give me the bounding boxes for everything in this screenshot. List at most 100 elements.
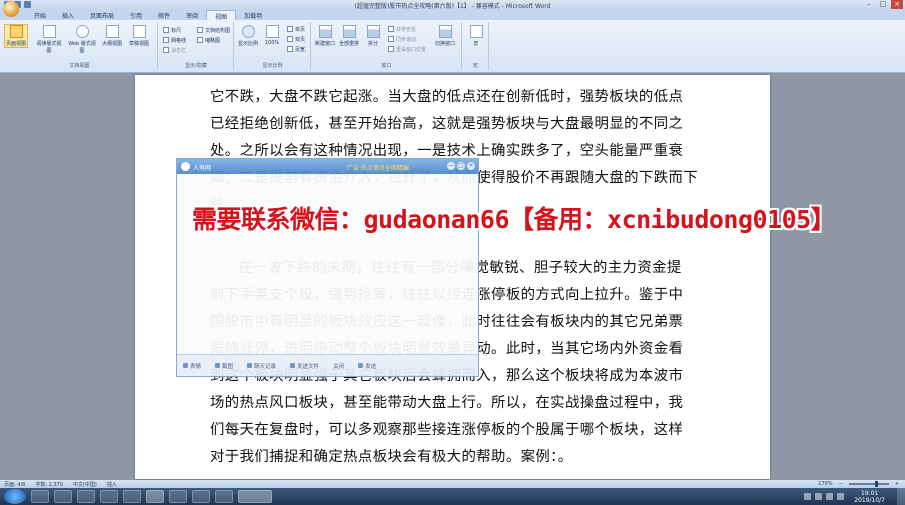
history-icon — [247, 363, 253, 368]
draft-button[interactable]: 草稿视图 — [128, 25, 150, 47]
zoom-slider[interactable] — [848, 481, 889, 487]
reading-layout-button[interactable]: 阅读版式视图 — [35, 25, 63, 54]
status-bar: 页面: 4/8 字数: 2,370 中文(中国) 插入 170% − + — [0, 480, 905, 488]
language[interactable]: 中文(中国) — [73, 481, 97, 488]
chat-minimize-button[interactable]: — — [447, 162, 455, 170]
page-count[interactable]: 页面: 4/8 — [4, 481, 25, 488]
ruler-checkbox[interactable]: 标尺 — [163, 27, 181, 34]
chat-window[interactable]: 人寿网 广告·热点资讯全网精编 — □ × 表情 截图 聊天记录 发送文件 关闭… — [176, 158, 479, 377]
clock[interactable]: 19:01 2019/10/7 — [854, 490, 885, 504]
ribbon: 页面视图 阅读版式视图 Web 版式视图 大纲视图 草稿视图 文档视图 标尺 网… — [0, 20, 905, 73]
history-button[interactable]: 聊天记录 — [247, 362, 276, 370]
taskbar-chat-icon[interactable] — [146, 490, 164, 503]
tab-references[interactable]: 引用 — [122, 10, 150, 20]
doc-line: 已经拒绝创新低，甚至开始抬高，这就是强势板块与大盘最明显的不同之 — [210, 116, 684, 132]
office-button[interactable] — [3, 1, 19, 17]
doc-map-checkbox[interactable]: 文档结构图 — [197, 27, 230, 34]
group-label: 文档视图 — [69, 63, 90, 69]
zoom-button[interactable]: 显示比例 — [237, 25, 259, 47]
contact-watermark-banner: 需要联系微信：gudaonan66【备用：xcnibudong0105】 — [192, 205, 836, 234]
group-label: 显示/隐藏 — [185, 63, 207, 69]
reset-window-button[interactable]: 重设窗口位置 — [388, 46, 426, 53]
magnifier-icon — [241, 25, 255, 38]
taskbar-word-icon[interactable] — [238, 490, 272, 503]
print-layout-button[interactable]: 页面视图 — [4, 24, 28, 48]
two-pages-button[interactable]: 双页 — [287, 36, 305, 43]
tab-home[interactable]: 开始 — [26, 10, 54, 20]
book-icon — [42, 25, 56, 38]
taskbar-app-icon[interactable] — [192, 490, 210, 503]
message-bar-checkbox[interactable]: 消息栏 — [163, 47, 186, 54]
taskbar-folder-icon[interactable] — [100, 490, 118, 503]
zoom-100-button[interactable]: 100% — [261, 25, 283, 46]
page-width-button[interactable]: 页宽 — [287, 46, 305, 53]
tab-insert[interactable]: 插入 — [54, 10, 82, 20]
insert-mode[interactable]: 插入 — [107, 481, 117, 488]
switch-window-button[interactable]: 切换窗口 — [434, 25, 456, 47]
group-label: 窗口 — [381, 63, 392, 69]
chat-close-text-button[interactable]: 关闭 — [333, 362, 344, 370]
doc-line: 它不跌，大盘不跌它起涨。当大盘的低点还在创新低时，强势板块的低点 — [210, 89, 684, 105]
taskbar-media-icon[interactable] — [77, 490, 95, 503]
send-button[interactable]: 发送 — [358, 362, 376, 370]
page-icon — [9, 25, 23, 38]
split-icon — [366, 25, 380, 38]
zoom-out-icon[interactable]: − — [839, 481, 843, 487]
zoom-level[interactable]: 170% — [818, 481, 832, 487]
title-bar: (超值完整版)股市热点全攻略(第六版)【1】 - 兼容模式 - Microsof… — [0, 0, 905, 10]
outline-icon — [105, 25, 119, 38]
split-button[interactable]: 拆分 — [362, 25, 384, 47]
tab-addins[interactable]: 加载项 — [236, 10, 270, 20]
zoom-in-icon[interactable]: + — [895, 481, 899, 487]
thumbnails-checkbox[interactable]: 缩略图 — [197, 37, 220, 44]
tray-icon[interactable] — [815, 493, 823, 500]
outline-button[interactable]: 大纲视图 — [101, 25, 123, 47]
volume-icon[interactable] — [837, 493, 845, 500]
chat-maximize-button[interactable]: □ — [457, 162, 465, 170]
doc-line: 们每天在复盘时，可以多观察那些接连涨停板的个股属于哪个板块，这样 — [210, 422, 684, 438]
screenshot-button[interactable]: 截图 — [215, 362, 233, 370]
chat-toolbar: 表情 截图 聊天记录 发送文件 关闭 发送 — [177, 354, 478, 376]
close-button[interactable]: × — [891, 0, 903, 9]
emoji-button[interactable]: 表情 — [183, 362, 201, 370]
minimize-button[interactable]: – — [863, 0, 875, 9]
chat-header[interactable]: 人寿网 广告·热点资讯全网精编 — □ × — [177, 159, 478, 174]
chat-logo-icon — [181, 162, 190, 171]
chat-close-button[interactable]: × — [467, 162, 475, 170]
show-desktop-button[interactable] — [897, 488, 905, 505]
gridlines-checkbox[interactable]: 网格线 — [163, 37, 186, 44]
taskbar-chrome-icon[interactable] — [215, 490, 233, 503]
web-layout-button[interactable]: Web 版式视图 — [68, 25, 96, 54]
macros-group: 宏 宏 — [463, 22, 489, 70]
macros-button[interactable]: 宏 — [465, 25, 487, 47]
new-window-button[interactable]: 新建窗口 — [314, 25, 336, 47]
taskbar-ie-icon[interactable] — [31, 490, 49, 503]
one-page-button[interactable]: 单页 — [287, 26, 305, 33]
tray-icon[interactable] — [804, 493, 812, 500]
chat-ad-link[interactable]: 广告·热点资讯全网精编 — [347, 163, 409, 172]
chat-title: 人寿网 — [193, 165, 212, 172]
file-icon — [290, 363, 296, 368]
word-count[interactable]: 字数: 2,370 — [35, 481, 63, 488]
arrange-all-button[interactable]: 全部重排 — [338, 25, 360, 47]
window-group: 新建窗口 全部重排 拆分 并排查看 同步滚动 重设窗口位置 切换窗口 窗口 — [312, 22, 462, 70]
tray-icon[interactable] — [826, 493, 834, 500]
scissors-icon — [215, 363, 221, 368]
taskbar-app-icon[interactable] — [123, 490, 141, 503]
sync-scroll-button[interactable]: 同步滚动 — [388, 36, 416, 43]
tab-page-layout[interactable]: 页面布局 — [82, 10, 122, 20]
group-label: 显示比例 — [262, 63, 283, 69]
taskbar-app-icon[interactable] — [169, 490, 187, 503]
doc-line: 对于我们捕捉和确定热点板块会有极大的帮助。案例：。 — [210, 449, 573, 465]
macro-icon — [469, 25, 483, 38]
start-button[interactable] — [4, 489, 26, 504]
show-hide-group: 标尺 网格线 消息栏 文档结构图 缩略图 显示/隐藏 — [159, 22, 234, 70]
group-label: 宏 — [472, 63, 478, 69]
send-file-button[interactable]: 发送文件 — [290, 362, 319, 370]
tab-review[interactable]: 审阅 — [178, 10, 206, 20]
side-by-side-button[interactable]: 并排查看 — [388, 26, 416, 33]
draft-icon — [132, 25, 146, 38]
taskbar-app-icon[interactable] — [54, 490, 72, 503]
tab-mailings[interactable]: 邮件 — [150, 10, 178, 20]
maximize-button[interactable]: □ — [877, 0, 889, 9]
